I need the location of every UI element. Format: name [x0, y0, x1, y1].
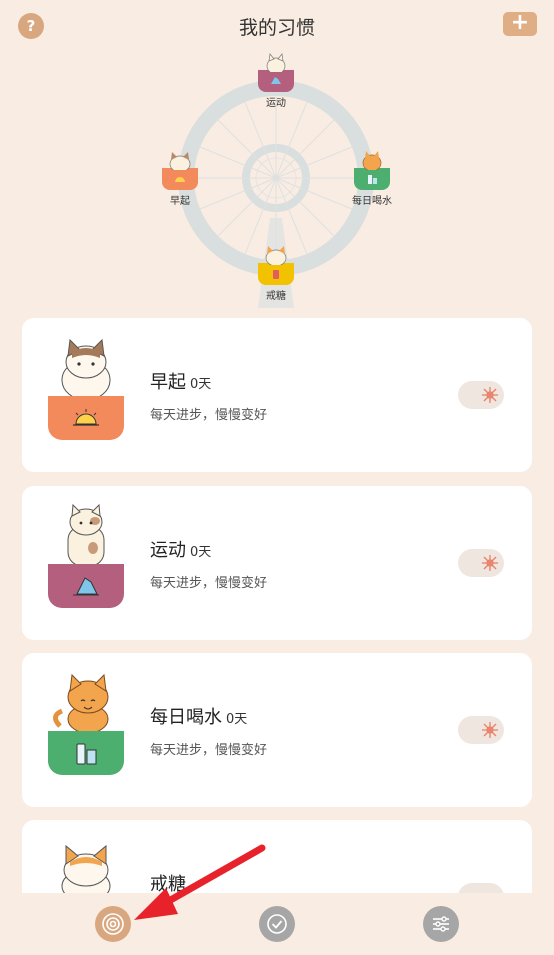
habit-illustration	[48, 336, 124, 460]
habit-name: 运动 0天	[150, 536, 211, 562]
nav-settings-button[interactable]	[423, 906, 459, 942]
habit-illustration	[48, 671, 124, 795]
habit-card-exercise[interactable]: 运动 0天 每天进步，慢慢变好	[22, 486, 532, 640]
running-shoe-icon	[48, 564, 124, 608]
wheel-cabin-water[interactable]: 每日喝水	[350, 150, 394, 207]
habit-days: 0天	[190, 377, 212, 392]
snowflake-icon	[478, 551, 502, 575]
habit-description: 每天进步，慢慢变好	[150, 408, 268, 423]
cat-icon	[67, 504, 105, 566]
habit-description: 每天进步，慢慢变好	[150, 743, 268, 758]
cat-icon	[61, 844, 111, 900]
habit-card-early-rise[interactable]: 早起 0天 每天进步，慢慢变好	[22, 318, 532, 472]
habit-days: 0天	[190, 545, 212, 560]
cat-icon	[53, 673, 109, 733]
habit-toggle[interactable]	[458, 716, 504, 744]
wheel-cabin-exercise[interactable]: 运动	[254, 52, 298, 109]
wheel-cabin-label: 戒糖	[266, 291, 286, 302]
check-circle-icon	[267, 914, 287, 934]
habit-description: 每天进步，慢慢变好	[150, 576, 268, 591]
page-title: 我的习惯	[238, 17, 315, 39]
habit-toggle[interactable]	[458, 381, 504, 409]
running-shoe-icon	[258, 70, 294, 92]
wheel-cabin-no-sugar[interactable]: 戒糖	[254, 245, 298, 302]
candy-icon	[258, 263, 294, 285]
habit-name-text: 早起	[150, 372, 186, 393]
habit-name-text: 戒糖	[150, 874, 186, 895]
snowflake-icon	[478, 718, 502, 742]
add-habit-button[interactable]: +	[503, 12, 537, 36]
wheel-cabin-label: 运动	[266, 98, 286, 109]
nav-habits-button[interactable]	[95, 906, 131, 942]
habit-card-water[interactable]: 每日喝水 0天 每天进步，慢慢变好	[22, 653, 532, 807]
cat-icon	[165, 150, 195, 173]
water-bottle-icon	[48, 731, 124, 775]
water-bottle-icon	[354, 168, 390, 190]
habit-name: 每日喝水 0天	[150, 703, 247, 729]
nav-checkin-button[interactable]	[259, 906, 295, 942]
ferris-wheel: 运动 早起 每日喝水 戒糖	[0, 40, 554, 310]
habit-illustration	[48, 504, 124, 628]
wheel-cabin-label: 每日喝水	[352, 196, 392, 207]
habit-name-text: 运动	[150, 540, 186, 561]
cat-icon	[61, 338, 111, 398]
cat-icon	[357, 150, 387, 172]
sliders-icon	[433, 916, 449, 932]
sunrise-icon	[48, 396, 124, 440]
sunrise-icon	[162, 168, 198, 190]
bottom-nav	[0, 893, 554, 955]
target-icon	[102, 913, 124, 935]
cat-icon	[261, 52, 291, 75]
wheel-cabin-label: 早起	[170, 196, 190, 207]
habit-days: 0天	[226, 712, 248, 727]
snowflake-icon	[478, 383, 502, 407]
habit-name: 早起 0天	[150, 368, 211, 394]
habit-name-text: 每日喝水	[150, 707, 222, 728]
habit-toggle[interactable]	[458, 549, 504, 577]
cat-icon	[261, 245, 291, 267]
wheel-cabin-early-rise[interactable]: 早起	[158, 150, 202, 207]
